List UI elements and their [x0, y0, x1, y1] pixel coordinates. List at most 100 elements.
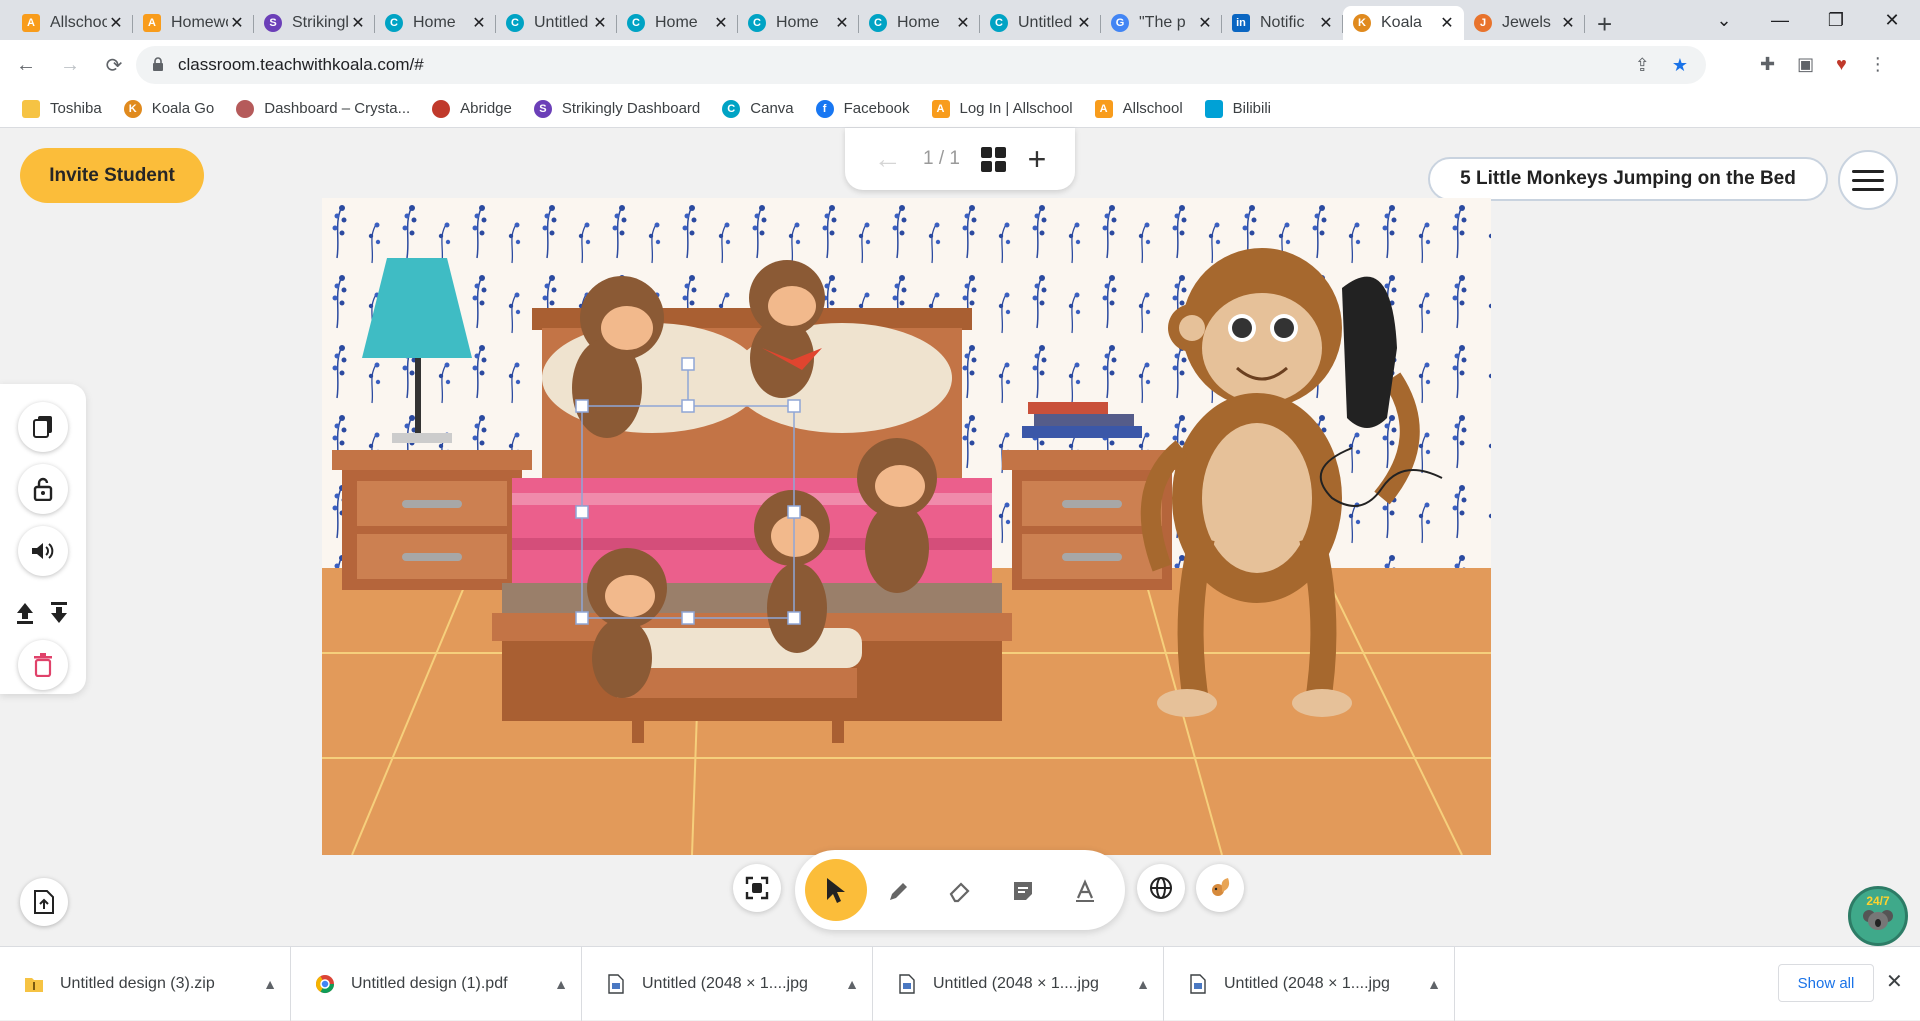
bookmark-item[interactable]: C Canva: [722, 99, 794, 118]
url-text[interactable]: classroom.teachwithkoala.com/#: [178, 55, 424, 75]
bring-forward-icon[interactable]: [8, 588, 42, 638]
add-page-plus-icon[interactable]: +: [1028, 141, 1047, 178]
tab-close-icon[interactable]: ✕: [1317, 13, 1335, 33]
forward-button[interactable]: →: [52, 54, 88, 77]
bookmark-item[interactable]: f Facebook: [815, 99, 910, 118]
tab-close-icon[interactable]: ✕: [591, 13, 609, 33]
eraser-icon[interactable]: [942, 873, 978, 909]
reload-button[interactable]: ⟳: [96, 53, 132, 78]
tab-title[interactable]: Notific: [1260, 14, 1317, 32]
download-filename[interactable]: Untitled (2048 × 1....jpg: [642, 975, 832, 993]
tab-title[interactable]: Home: [655, 14, 712, 32]
invite-student-button[interactable]: Invite Student: [20, 148, 204, 203]
browser-tab[interactable]: C Untitled ✕: [980, 6, 1101, 40]
unlock-icon[interactable]: [18, 464, 68, 514]
bookmark-label[interactable]: Facebook: [844, 100, 910, 117]
tab-close-icon[interactable]: ✕: [1196, 13, 1214, 33]
address-bar[interactable]: classroom.teachwithkoala.com/# ⇪ ★: [136, 46, 1706, 84]
sticky-note-icon[interactable]: [1005, 873, 1041, 909]
download-item[interactable]: Untitled (2048 × 1....jpg ▲: [1164, 946, 1455, 1021]
tab-title[interactable]: Homework: [171, 14, 228, 32]
download-options-chevron-icon[interactable]: ▲: [541, 976, 581, 992]
restore-button[interactable]: ❐: [1808, 10, 1864, 31]
tab-title[interactable]: Home: [776, 14, 833, 32]
bookmark-label[interactable]: Koala Go: [152, 100, 215, 117]
bookmark-label[interactable]: Abridge: [460, 100, 512, 117]
bookmark-label[interactable]: Toshiba: [50, 100, 102, 117]
bookmark-label[interactable]: Allschool: [1123, 100, 1183, 117]
hamburger-menu-icon[interactable]: [1838, 150, 1898, 210]
browser-tab[interactable]: in Notific ✕: [1222, 6, 1343, 40]
tab-title[interactable]: Strikingly: [292, 14, 349, 32]
speaker-icon[interactable]: [18, 526, 68, 576]
support-koala-badge[interactable]: 24/7: [1848, 886, 1908, 946]
prev-page-arrow-icon[interactable]: ←: [874, 143, 902, 175]
download-filename[interactable]: Untitled (2048 × 1....jpg: [933, 975, 1123, 993]
lock-icon[interactable]: [152, 56, 164, 74]
tab-close-icon[interactable]: ✕: [712, 13, 730, 33]
tab-close-icon[interactable]: ✕: [228, 13, 246, 33]
bookmark-item[interactable]: A Allschool: [1094, 99, 1183, 118]
browser-tab[interactable]: C Untitled ✕: [496, 6, 617, 40]
bookmark-item[interactable]: Abridge: [432, 99, 512, 118]
minimize-button[interactable]: —: [1752, 10, 1808, 31]
tab-close-icon[interactable]: ✕: [1075, 13, 1093, 33]
tab-search-chevron-icon[interactable]: ⌄: [1696, 10, 1752, 31]
profile-avatar-icon[interactable]: ♥: [1836, 54, 1847, 75]
fit-screen-icon[interactable]: [733, 864, 781, 912]
browser-tab[interactable]: C Home ✕: [738, 6, 859, 40]
show-all-downloads-button[interactable]: Show all: [1778, 964, 1874, 1002]
browser-tab[interactable]: G "The p ✕: [1101, 6, 1222, 40]
browser-tab[interactable]: C Home ✕: [375, 6, 496, 40]
download-filename[interactable]: Untitled design (1).pdf: [351, 975, 541, 993]
bookmark-label[interactable]: Log In | Allschool: [960, 100, 1073, 117]
bookmark-label[interactable]: Dashboard – Crysta...: [264, 100, 410, 117]
tab-close-icon[interactable]: ✕: [107, 13, 125, 33]
lesson-slide-canvas[interactable]: [322, 198, 1491, 855]
tab-close-icon[interactable]: ✕: [1559, 13, 1577, 33]
send-backward-icon[interactable]: [42, 588, 76, 638]
close-downloads-icon[interactable]: ✕: [1886, 969, 1903, 994]
tab-close-icon[interactable]: ✕: [1438, 13, 1456, 33]
page-grid-icon[interactable]: [981, 146, 1007, 172]
download-item[interactable]: Untitled design (1).pdf ▲: [291, 946, 582, 1021]
close-window-button[interactable]: ✕: [1864, 10, 1920, 31]
side-panel-icon[interactable]: ▣: [1797, 54, 1814, 75]
tab-title[interactable]: Koala: [1381, 14, 1438, 32]
tab-title[interactable]: "The p: [1139, 14, 1196, 32]
squirrel-sticker-icon[interactable]: [1196, 864, 1244, 912]
download-item[interactable]: Untitled (2048 × 1....jpg ▲: [873, 946, 1164, 1021]
browser-tab[interactable]: J Jewels ✕: [1464, 6, 1585, 40]
bookmark-item[interactable]: K Koala Go: [123, 99, 215, 118]
text-icon[interactable]: [1067, 873, 1103, 909]
copy-icon[interactable]: [18, 402, 68, 452]
browser-tab[interactable]: C Home ✕: [859, 6, 980, 40]
tab-title[interactable]: Home: [897, 14, 954, 32]
tab-title[interactable]: Jewels: [1502, 14, 1559, 32]
back-button[interactable]: ←: [8, 54, 44, 77]
bookmark-item[interactable]: Bilibili: [1204, 99, 1271, 118]
tab-close-icon[interactable]: ✕: [833, 13, 851, 33]
browser-tab[interactable]: A Allschool✕: [12, 6, 133, 40]
bookmark-label[interactable]: Bilibili: [1233, 100, 1271, 117]
upload-file-icon[interactable]: [20, 878, 68, 926]
tab-close-icon[interactable]: ✕: [349, 13, 367, 33]
download-filename[interactable]: Untitled design (3).zip: [60, 975, 250, 993]
delete-icon[interactable]: [18, 640, 68, 690]
browser-tab[interactable]: S Strikingly✕: [254, 6, 375, 40]
bookmark-item[interactable]: Toshiba: [22, 99, 102, 118]
new-tab-button[interactable]: +: [1597, 9, 1612, 40]
browser-tab[interactable]: K Koala ✕: [1343, 6, 1464, 40]
download-item[interactable]: Untitled design (3).zip ▲: [0, 946, 291, 1021]
tab-close-icon[interactable]: ✕: [954, 13, 972, 33]
download-options-chevron-icon[interactable]: ▲: [1123, 976, 1163, 992]
share-icon[interactable]: ⇪: [1635, 55, 1650, 76]
select-cursor-icon[interactable]: [805, 859, 867, 921]
bookmark-item[interactable]: A Log In | Allschool: [931, 99, 1073, 118]
browser-tab[interactable]: C Home ✕: [617, 6, 738, 40]
tab-title[interactable]: Home: [413, 14, 470, 32]
globe-icon[interactable]: [1137, 864, 1185, 912]
tab-title[interactable]: Untitled: [534, 14, 591, 32]
pen-icon[interactable]: [881, 873, 917, 909]
tab-close-icon[interactable]: ✕: [470, 13, 488, 33]
